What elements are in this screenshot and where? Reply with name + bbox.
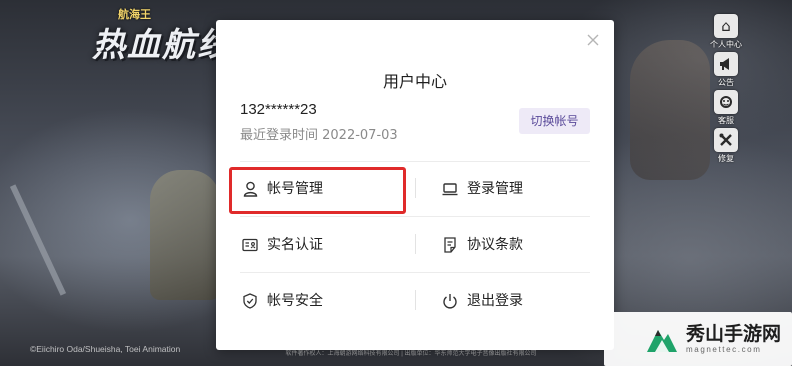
- publisher-text: 软件著作权人：上海朝游网络科技有限公司 | 出版单位：华东师范大学电子音像出版社…: [285, 351, 537, 357]
- site-watermark: 秀山手游网 magnettec.com: [604, 312, 792, 366]
- menu-item-label: 协议条款: [467, 237, 523, 253]
- switch-account-button[interactable]: 切换帐号: [519, 108, 590, 134]
- document-icon: [442, 237, 458, 253]
- divider: [240, 161, 590, 162]
- menu-label: 修复: [718, 154, 734, 163]
- user-center-dialog: 用户中心 132******23 最近登录时间 2022-07-03 切换帐号 …: [216, 20, 614, 350]
- menu-personal-center[interactable]: ⌂ 个人中心: [706, 14, 746, 52]
- user-icon: [242, 181, 258, 197]
- close-icon: [587, 34, 599, 46]
- divider: [240, 272, 590, 273]
- shield-icon: [242, 293, 258, 309]
- menu-label: 个人中心: [710, 40, 742, 49]
- menu-item-label: 登录管理: [467, 181, 523, 197]
- divider: [240, 216, 590, 217]
- real-name-verification-item[interactable]: 实名认证: [242, 230, 323, 260]
- laptop-icon: [442, 181, 458, 197]
- divider: [415, 178, 416, 198]
- id-card-icon: [242, 237, 258, 253]
- game-logo: 热血航线: [92, 25, 232, 64]
- menu-item-label: 帐号安全: [267, 293, 323, 309]
- background-character: [150, 170, 220, 300]
- menu-announcement[interactable]: 公告: [706, 52, 746, 90]
- copyright-text: ©Eiichiro Oda/Shueisha, Toei Animation: [30, 344, 181, 354]
- agreement-terms-item[interactable]: 协议条款: [442, 230, 523, 260]
- background-character-right: [630, 40, 710, 180]
- menu-item-label: 实名认证: [267, 237, 323, 253]
- account-management-item[interactable]: 帐号管理: [242, 174, 323, 204]
- megaphone-icon: [714, 52, 738, 76]
- menu-customer-service[interactable]: 客服: [706, 90, 746, 128]
- login-management-item[interactable]: 登录管理: [442, 174, 523, 204]
- last-login-time: 最近登录时间 2022-07-03: [240, 128, 398, 143]
- watermark-title: 秀山手游网: [686, 323, 782, 345]
- mountain-logo-icon: [644, 321, 680, 357]
- home-icon: ⌂: [714, 14, 738, 38]
- menu-item-label: 退出登录: [467, 293, 523, 309]
- account-id: 132******23: [240, 101, 317, 118]
- menu-label: 公告: [718, 78, 734, 87]
- close-button[interactable]: [586, 32, 600, 46]
- wrench-icon: [714, 128, 738, 152]
- menu-item-label: 帐号管理: [267, 181, 323, 197]
- power-icon: [442, 293, 458, 309]
- watermark-url: magnettec.com: [686, 345, 762, 354]
- divider: [415, 234, 416, 254]
- menu-repair[interactable]: 修复: [706, 128, 746, 166]
- game-side-menu: ⌂ 个人中心 公告 客服 修复: [706, 14, 746, 166]
- dialog-title: 用户中心: [382, 72, 447, 91]
- account-security-item[interactable]: 帐号安全: [242, 286, 323, 316]
- logout-item[interactable]: 退出登录: [442, 286, 523, 316]
- menu-label: 客服: [718, 116, 734, 125]
- divider: [415, 290, 416, 310]
- headset-icon: [714, 90, 738, 114]
